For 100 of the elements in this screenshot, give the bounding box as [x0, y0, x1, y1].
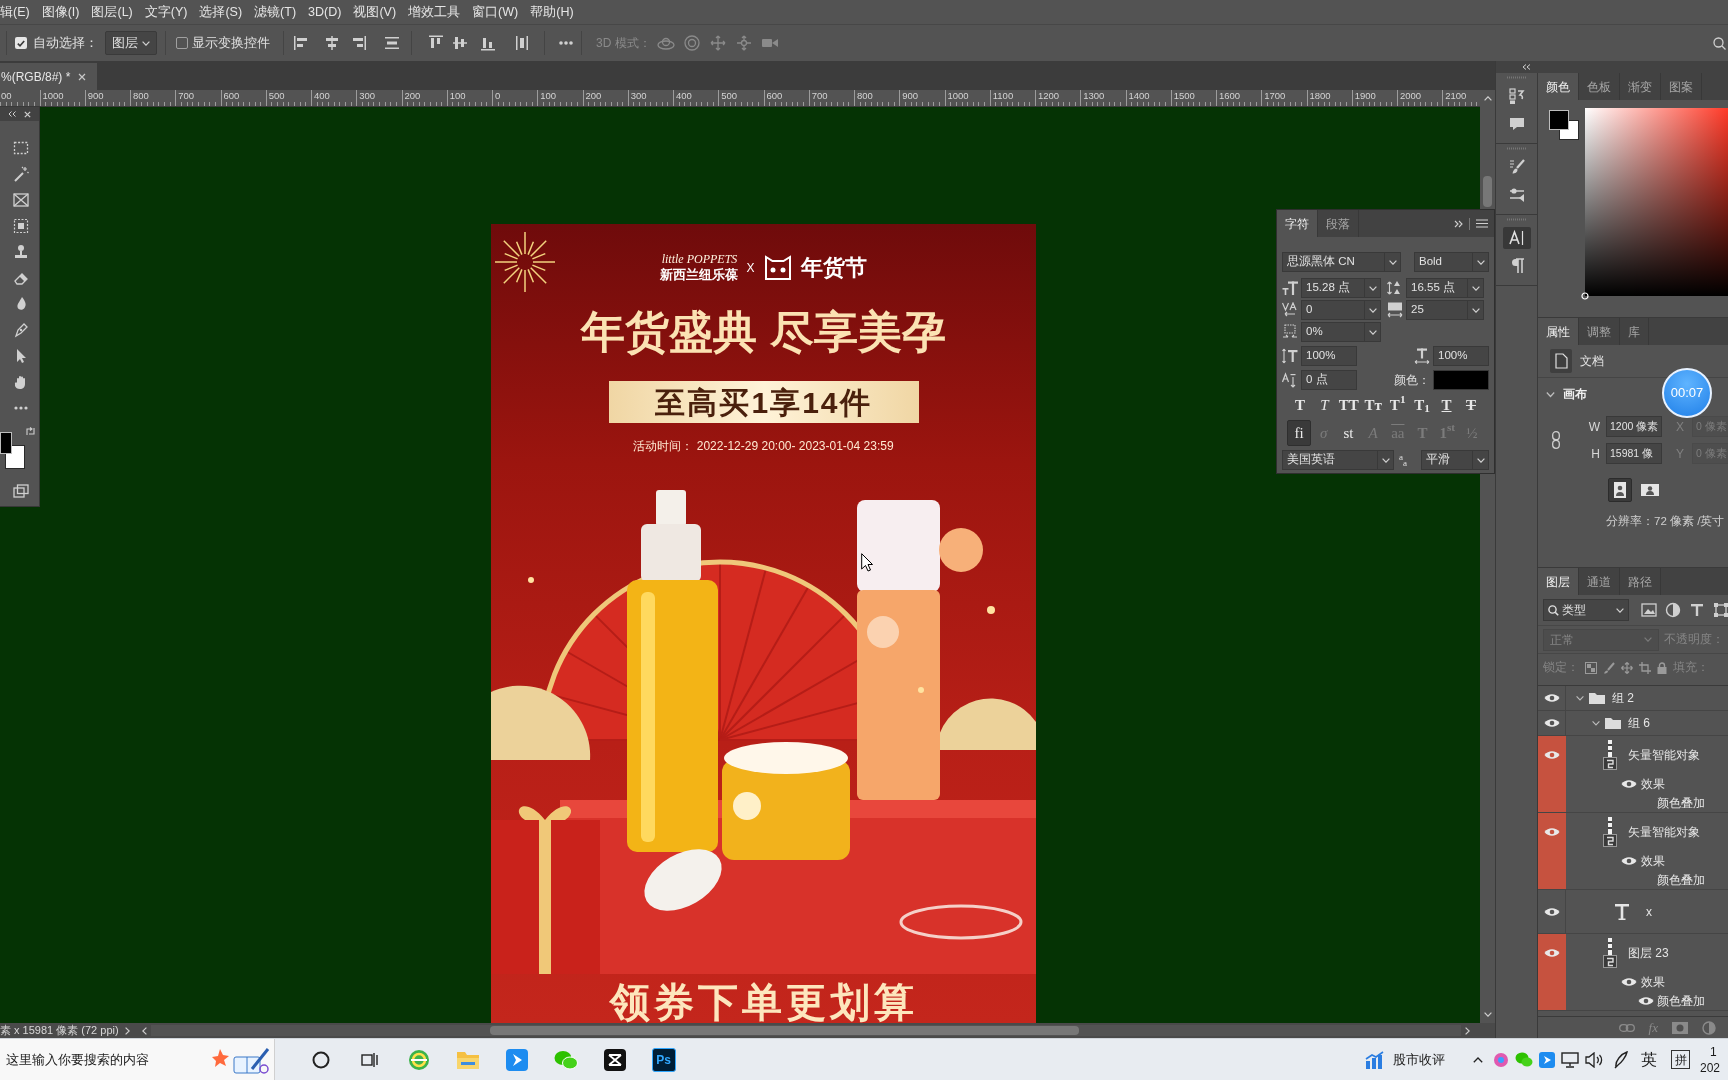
eye-icon[interactable]: [1543, 906, 1560, 917]
eye-icon[interactable]: [1544, 750, 1560, 760]
chevron-up-icon[interactable]: [1473, 1056, 1483, 1063]
swap-colors-icon[interactable]: [26, 427, 35, 436]
vertical-scale-field[interactable]: 100%: [1301, 346, 1357, 366]
menu-item[interactable]: 视图(V): [347, 0, 403, 24]
grip-icon[interactable]: [1506, 147, 1527, 150]
language-dropdown[interactable]: 美国英语: [1282, 450, 1394, 470]
effect-name[interactable]: 颜色叠加: [1657, 991, 1705, 1010]
link-icon[interactable]: [1552, 431, 1560, 449]
screen-mode-icon[interactable]: [13, 484, 29, 498]
effects-label[interactable]: 效果: [1641, 972, 1665, 991]
network-icon[interactable]: [1561, 1051, 1579, 1068]
chevron-icon[interactable]: [1576, 694, 1584, 702]
menu-item[interactable]: 文字(Y): [138, 0, 194, 24]
frame-icon[interactable]: [13, 192, 29, 208]
object-select-icon[interactable]: [13, 218, 29, 234]
menu-icon[interactable]: [1476, 219, 1488, 228]
align-right-icon[interactable]: [350, 35, 366, 51]
leading-field[interactable]: 16.55 点: [1406, 278, 1484, 298]
effects-label[interactable]: 效果: [1641, 774, 1665, 793]
effect-name[interactable]: 颜色叠加: [1657, 870, 1705, 889]
panel-tab[interactable]: 库: [1620, 318, 1649, 345]
panel-tab[interactable]: 通道: [1579, 568, 1620, 595]
dimension-field[interactable]: 15981 像: [1606, 443, 1662, 464]
menu-item[interactable]: 辑(E): [0, 0, 36, 24]
font-size-field[interactable]: 15.28 点: [1301, 278, 1381, 298]
menu-item[interactable]: 窗口(W): [466, 0, 525, 24]
shape-filter-icon[interactable]: [1713, 602, 1728, 618]
scroll-right-icon[interactable]: [1464, 1026, 1470, 1035]
eye-icon[interactable]: [1621, 855, 1637, 866]
antialias-dropdown[interactable]: 平滑: [1421, 450, 1489, 470]
align-top-icon[interactable]: [428, 35, 444, 51]
eye-icon[interactable]: [1621, 778, 1637, 789]
eye-icon[interactable]: [1544, 827, 1560, 837]
folder-icon[interactable]: [456, 1050, 479, 1069]
text-style-button[interactable]: Tт: [1362, 393, 1385, 417]
menu-item[interactable]: 帮助(H): [524, 0, 580, 24]
layer-name[interactable]: 矢量智能对象: [1628, 823, 1700, 841]
news-widget[interactable]: 股市收评: [1393, 1049, 1445, 1070]
effect-name[interactable]: 颜色叠加: [1657, 793, 1705, 812]
tracking-field[interactable]: 25: [1406, 300, 1484, 320]
tray-app-icon[interactable]: [1493, 1051, 1509, 1068]
align-left-icon[interactable]: [294, 35, 310, 51]
type-filter-icon[interactable]: [1689, 602, 1705, 618]
layer-name[interactable]: x: [1646, 902, 1652, 921]
chevron-icon[interactable]: [1592, 719, 1600, 727]
tsume-field[interactable]: 0%: [1301, 322, 1381, 342]
eye-icon[interactable]: [1544, 948, 1560, 958]
menu-item[interactable]: 3D(D): [302, 0, 348, 24]
lock-artboard-icon[interactable]: [1639, 661, 1651, 674]
chevron-right-icon[interactable]: [124, 1026, 130, 1035]
eye-icon[interactable]: [1543, 718, 1560, 728]
menu-item[interactable]: 图层(L): [85, 0, 139, 24]
text-style-button[interactable]: T$^{1}$: [1386, 393, 1409, 417]
adjustment-filter-icon[interactable]: [1665, 602, 1681, 618]
stamp-icon[interactable]: [13, 244, 29, 260]
panel-tab[interactable]: 色板: [1579, 73, 1620, 100]
panel-tab[interactable]: 渐变: [1620, 73, 1661, 100]
eye-icon[interactable]: [1543, 693, 1560, 703]
lock-pixels-icon[interactable]: [1585, 661, 1597, 674]
input-language[interactable]: 英: [1641, 1047, 1657, 1072]
align-bottom-icon[interactable]: [480, 35, 496, 51]
clock-time[interactable]: 1: [1700, 1043, 1717, 1060]
layer-name[interactable]: 矢量智能对象: [1628, 746, 1700, 764]
opentype-button[interactable]: fi: [1287, 420, 1311, 446]
panel-tab[interactable]: 调整: [1579, 318, 1620, 345]
menu-item[interactable]: 滤镜(T): [248, 0, 303, 24]
layer-filter-dropdown[interactable]: 类型: [1543, 599, 1629, 621]
image-filter-icon[interactable]: [1641, 603, 1657, 617]
distribute-icon[interactable]: [384, 35, 400, 51]
text-style-button[interactable]: TT: [1337, 393, 1360, 417]
clock-date[interactable]: 202: [1700, 1059, 1721, 1076]
scrollbar-thumb[interactable]: [1483, 176, 1492, 207]
font-style-dropdown[interactable]: Bold: [1414, 252, 1489, 272]
text-style-button[interactable]: T: [1289, 393, 1311, 417]
auto-select-dropdown[interactable]: 图层: [105, 31, 157, 55]
grip-icon[interactable]: [1506, 218, 1527, 221]
lock-move-icon[interactable]: [1621, 661, 1633, 674]
browser-icon[interactable]: [407, 1048, 430, 1071]
text-color-swatch[interactable]: [1433, 370, 1489, 390]
chevron-left-icon[interactable]: [141, 1026, 147, 1035]
app-icon[interactable]: [603, 1048, 626, 1071]
eye-icon[interactable]: [1621, 976, 1637, 987]
document-tab[interactable]: %(RGB/8#) *: [0, 63, 97, 90]
scroll-down-icon[interactable]: [1483, 1012, 1492, 1017]
text-style-button[interactable]: T: [1313, 393, 1336, 417]
search-box[interactable]: 这里输入你要搜索的内容: [0, 1039, 275, 1080]
chart-icon[interactable]: [1365, 1050, 1385, 1069]
checkbox[interactable]: [15, 37, 27, 49]
horizontal-scrollbar[interactable]: [150, 1025, 1461, 1036]
search-icon[interactable]: [1713, 36, 1726, 50]
align-middle-icon[interactable]: [452, 35, 468, 51]
grip-icon[interactable]: [1506, 76, 1527, 79]
menu-item[interactable]: 图像(I): [35, 0, 86, 24]
panel-tab[interactable]: 路径: [1620, 568, 1661, 595]
pen-icon[interactable]: [1613, 1050, 1629, 1069]
lock-brush-icon[interactable]: [1603, 661, 1615, 674]
marquee-icon[interactable]: [13, 140, 29, 156]
text-style-button[interactable]: T: [1459, 393, 1482, 417]
